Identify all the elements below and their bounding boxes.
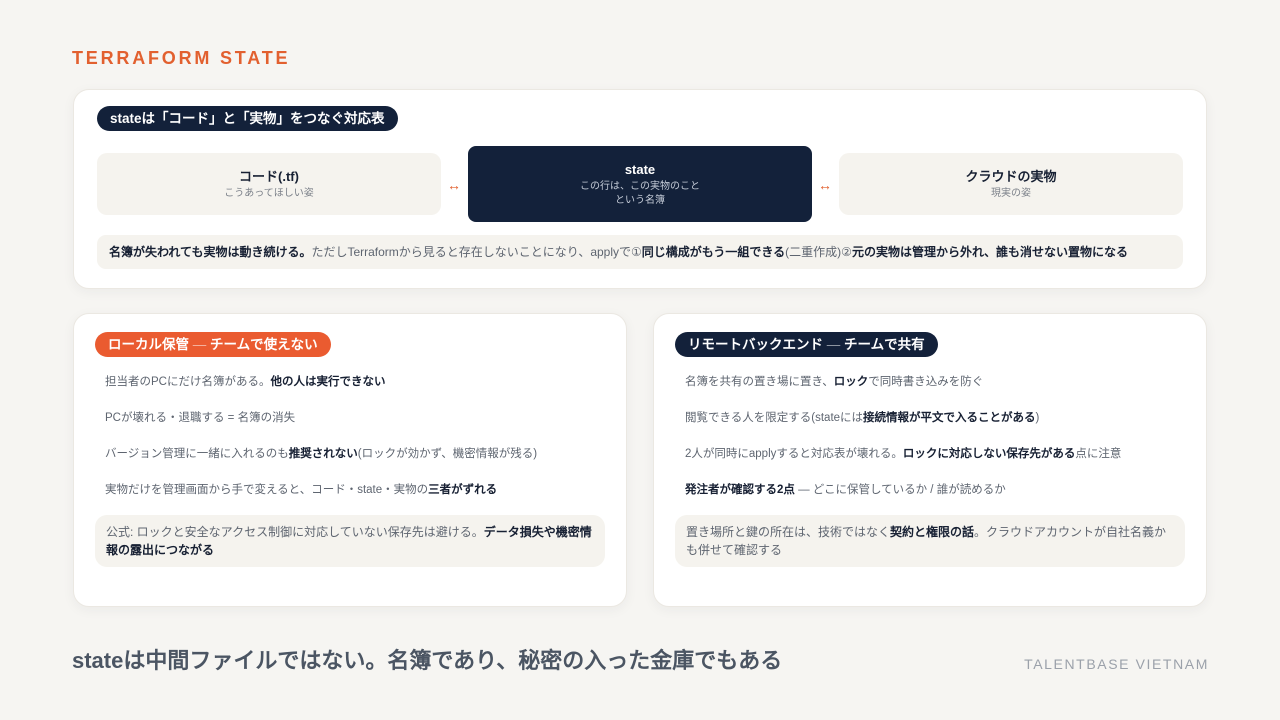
- local-point-item: PCが壊れる・退職する = 名簿の消失: [105, 400, 605, 436]
- remote-point-list: 名簿を共有の置き場に置き、ロックで同時書き込みを防ぐ 閲覧できる人を限定する(s…: [685, 364, 1185, 508]
- bidirectional-arrow-icon: ↔: [447, 177, 461, 193]
- badge-label: ローカル保管: [108, 337, 189, 352]
- mapping-card: stateは「コード」と「実物」をつなぐ対応表 コード(.tf) こうあってほし…: [73, 89, 1207, 289]
- brand-wordmark: TALENTBASE VIETNAM: [1024, 656, 1209, 672]
- body-text: PCが壊れる・退職する = 名簿の消失: [105, 412, 296, 424]
- body-text: 公式: ロックと安全なアクセス制御に対応していない保存先は避ける。: [106, 525, 484, 539]
- emphasis-text: ロックに対応しない保存先がある: [902, 448, 1076, 460]
- remote-point-item: 閲覧できる人を限定する(stateには接続情報が平文で入ることがある): [685, 400, 1185, 436]
- code-box-title: コード(.tf): [239, 168, 299, 184]
- slide-headline: stateは中間ファイルではない。名簿であり、秘密の入った金庫でもある: [72, 648, 783, 673]
- local-point-item: バージョン管理に一緒に入れるのも推奨されない(ロックが効かず、機密情報が残る): [105, 436, 605, 472]
- emphasis-text: 三者がずれる: [428, 484, 498, 496]
- local-point-item: 実物だけを管理画面から手で変えると、コード・state・実物の三者がずれる: [105, 472, 605, 508]
- state-box-subtitle-line: この行は、この実物のこと: [580, 180, 700, 192]
- badge-separator: —: [823, 337, 845, 352]
- remote-backend-card: リモートバックエンド — チームで共有 名簿を共有の置き場に置き、ロックで同時書…: [653, 313, 1207, 607]
- code-box-subtitle: こうあってほしい姿: [224, 187, 314, 199]
- mapping-badge: stateは「コード」と「実物」をつなぐ対応表: [97, 106, 398, 131]
- body-text: (二重作成)②: [785, 245, 852, 259]
- local-note: 公式: ロックと安全なアクセス制御に対応していない保存先は避ける。データ損失や機…: [95, 515, 605, 567]
- section-eyebrow: TERRAFORM STATE: [72, 48, 291, 68]
- remote-note: 置き場所と鍵の所在は、技術ではなく契約と権限の話。クラウドアカウントが自社名義か…: [675, 515, 1185, 567]
- body-text: — どこに保管しているか / 誰が読めるか: [794, 484, 1006, 496]
- emphasis-text: 元の実物は管理から外れ、誰も消せない置物になる: [851, 245, 1129, 259]
- bidirectional-arrow-icon: ↔: [818, 177, 832, 193]
- local-storage-badge: ローカル保管 — チームで使えない: [95, 332, 331, 357]
- state-box: state この行は、この実物のこと という名簿: [468, 146, 812, 222]
- body-text: (ロックが効かず、機密情報が残る): [357, 448, 538, 460]
- cloud-box: クラウドの実物 現実の姿: [839, 153, 1183, 215]
- emphasis-text: ロック: [833, 376, 869, 388]
- remote-backend-badge: リモートバックエンド — チームで共有: [675, 332, 938, 357]
- emphasis-text: 契約と権限の話: [890, 525, 975, 539]
- mapping-note: 名簿が失われても実物は動き続ける。ただしTerraformから見ると存在しないこ…: [97, 235, 1183, 269]
- body-text: ただしTerraformから見ると存在しないことになり、applyで①: [311, 245, 642, 259]
- cloud-box-title: クラウドの実物: [965, 168, 1057, 184]
- emphasis-text: 発注者が確認する2点: [685, 484, 795, 496]
- badge-sublabel: チームで使えない: [210, 337, 318, 352]
- emphasis-text: 接続情報が平文で入ることがある: [863, 412, 1036, 424]
- remote-point-item: 名簿を共有の置き場に置き、ロックで同時書き込みを防ぐ: [685, 364, 1185, 400]
- emphasis-text: 他の人は実行できない: [270, 376, 386, 388]
- state-box-subtitle-line: という名簿: [615, 194, 665, 206]
- body-text: で同時書き込みを防ぐ: [868, 376, 984, 388]
- body-text: 置き場所と鍵の所在は、技術ではなく: [686, 525, 891, 539]
- body-text: 点に注意: [1075, 448, 1122, 460]
- body-text: 名簿を共有の置き場に置き、: [685, 376, 834, 388]
- local-storage-card: ローカル保管 — チームで使えない 担当者のPCにだけ名簿がある。他の人は実行で…: [73, 313, 627, 607]
- body-text: 閲覧できる人を限定する(stateには: [685, 412, 864, 424]
- code-box: コード(.tf) こうあってほしい姿: [97, 153, 441, 215]
- body-text: 担当者のPCにだけ名簿がある。: [105, 376, 271, 388]
- body-text: 実物だけを管理画面から手で変えると、コード・state・実物の: [105, 484, 429, 496]
- body-text: バージョン管理に一緒に入れるのも: [105, 448, 289, 460]
- state-box-title: state: [624, 161, 656, 177]
- remote-point-item: 2人が同時にapplyすると対応表が壊れる。ロックに対応しない保存先がある点に注…: [685, 436, 1185, 472]
- emphasis-text: 名簿が失われても実物は動き続ける。: [109, 245, 312, 259]
- body-text: ): [1035, 412, 1040, 424]
- cloud-box-subtitle: 現実の姿: [991, 187, 1031, 199]
- badge-separator: —: [189, 337, 211, 352]
- badge-sublabel: チームで共有: [844, 337, 925, 352]
- emphasis-text: 推奨されない: [288, 448, 358, 460]
- emphasis-text: 同じ構成がもう一組できる: [641, 245, 786, 259]
- body-text: 2人が同時にapplyすると対応表が壊れる。: [685, 448, 903, 460]
- local-point-list: 担当者のPCにだけ名簿がある。他の人は実行できない PCが壊れる・退職する = …: [105, 364, 605, 508]
- badge-label: リモートバックエンド: [688, 337, 823, 352]
- remote-point-item: 発注者が確認する2点 — どこに保管しているか / 誰が読めるか: [685, 472, 1185, 508]
- local-point-item: 担当者のPCにだけ名簿がある。他の人は実行できない: [105, 364, 605, 400]
